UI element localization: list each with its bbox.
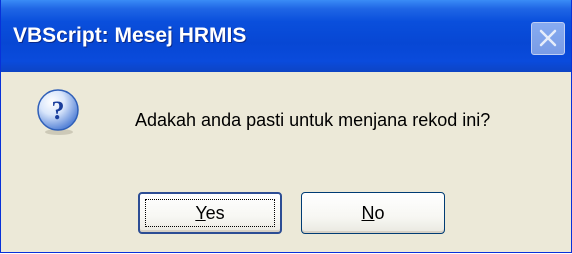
yes-button[interactable]: Yes [138,192,282,234]
svg-text:?: ? [52,96,65,125]
no-button[interactable]: No [301,192,445,234]
focus-ring [145,199,275,227]
dialog-body: ? Adakah anda pasti untuk menjana rekod … [1,72,571,252]
dialog-message: Adakah anda pasti untuk menjana rekod in… [135,110,491,130]
message-dialog: VBScript: Mesej HRMIS ? Adakah anda past… [0,0,572,253]
close-button[interactable] [531,22,565,55]
close-icon [539,29,557,47]
title-bar[interactable]: VBScript: Mesej HRMIS [1,0,571,72]
no-button-label: No [361,202,385,223]
question-icon: ? [37,89,79,135]
dialog-title: VBScript: Mesej HRMIS [13,24,247,47]
